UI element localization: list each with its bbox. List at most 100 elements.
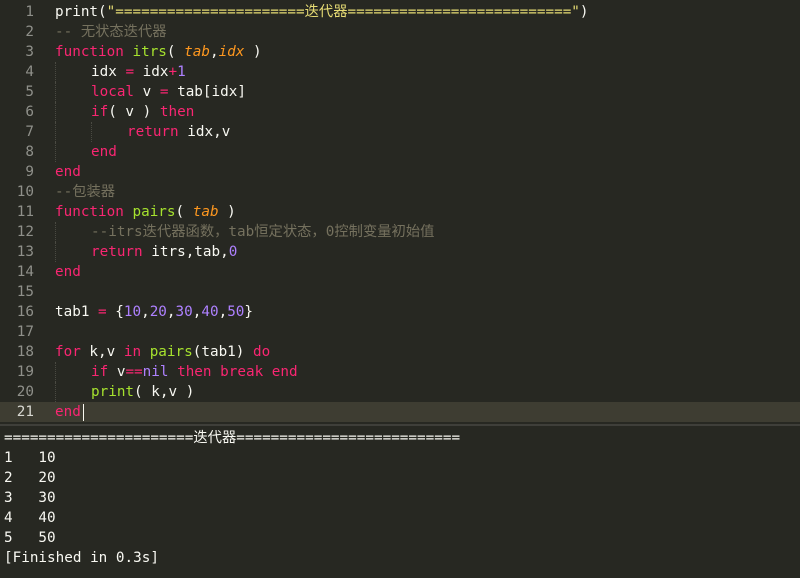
line-number: 8 <box>25 144 34 160</box>
code-token: , <box>166 304 176 320</box>
indent-guide <box>55 142 56 162</box>
code-text: end <box>55 402 81 422</box>
code-token: nil <box>142 364 169 380</box>
code-token: pairs <box>132 204 176 220</box>
code-line[interactable]: 16 tab1 = {10,20,30,40,50} <box>0 302 800 322</box>
code-text: if v==nil then break end <box>91 362 298 382</box>
code-token: for <box>55 344 81 360</box>
indent-guide <box>91 122 92 142</box>
output-line: 5 50 <box>4 530 56 546</box>
code-token: end <box>91 144 117 160</box>
output-line: ======================迭代器===============… <box>4 430 461 446</box>
code-text: function pairs( tab ) <box>55 202 236 222</box>
indent-guide <box>55 382 56 402</box>
code-token: tab <box>192 204 219 220</box>
code-text: --itrs迭代器函数，tab恒定状态，0控制变量初始值 <box>91 222 434 242</box>
code-token: function <box>55 44 124 60</box>
code-line[interactable]: 18 for k,v in pairs(tab1) do <box>0 342 800 362</box>
code-token: , <box>218 304 228 320</box>
code-token: == <box>125 364 143 380</box>
code-token: 0 <box>228 244 238 260</box>
code-token: print <box>91 384 135 400</box>
line-number: 5 <box>25 84 34 100</box>
indent-guide <box>55 102 56 122</box>
code-text: --包装器 <box>55 182 115 202</box>
code-text: end <box>55 262 81 282</box>
indent-guide <box>55 362 56 382</box>
code-token: 20 <box>149 304 167 320</box>
code-line[interactable]: 12 --itrs迭代器函数，tab恒定状态，0控制变量初始值 <box>0 222 800 242</box>
code-token: + <box>168 64 178 80</box>
build-output-panel[interactable]: ======================迭代器===============… <box>0 424 800 578</box>
code-token: return <box>127 124 179 140</box>
code-line[interactable]: 14 end <box>0 262 800 282</box>
indent-guide <box>55 242 56 262</box>
code-line[interactable]: 6 if( v ) then <box>0 102 800 122</box>
code-token: then <box>159 104 195 120</box>
code-token: end <box>55 404 81 420</box>
output-line: 3 30 <box>4 490 56 506</box>
code-editor[interactable]: 1 print("======================迭代器=======… <box>0 0 800 424</box>
build-status: [Finished in 0.3s] <box>4 550 159 566</box>
code-token: , <box>209 44 219 60</box>
code-token: ( v ) <box>108 104 160 120</box>
code-text: print( k,v ) <box>91 382 194 402</box>
line-number: 18 <box>16 344 34 360</box>
code-line[interactable]: 20 print( k,v ) <box>0 382 800 402</box>
code-line[interactable]: 13 return itrs,tab,0 <box>0 242 800 262</box>
code-token: idx,v <box>178 124 231 140</box>
code-line[interactable]: 1 print("======================迭代器=======… <box>0 2 800 22</box>
code-line[interactable]: 15 <box>0 282 800 302</box>
code-token: tab[idx] <box>168 84 246 100</box>
code-line[interactable]: 10 --包装器 <box>0 182 800 202</box>
line-number: 21 <box>16 404 34 420</box>
code-line[interactable]: 19 if v==nil then break end <box>0 362 800 382</box>
code-token: end <box>271 364 298 380</box>
line-number: 6 <box>25 104 34 120</box>
code-token: 40 <box>201 304 219 320</box>
code-text: local v = tab[idx] <box>91 82 246 102</box>
code-line[interactable]: 9 end <box>0 162 800 182</box>
code-token: ( <box>166 44 185 60</box>
code-token: (tab1) <box>192 344 254 360</box>
line-number: 3 <box>25 44 34 60</box>
line-number: 12 <box>16 224 34 240</box>
code-text: function itrs( tab,idx ) <box>55 42 262 62</box>
line-number: 9 <box>25 164 34 180</box>
code-text: if( v ) then <box>91 102 194 122</box>
code-token: pairs <box>149 344 193 360</box>
code-line[interactable]: 4 idx = idx+1 <box>0 62 800 82</box>
output-line: 2 20 <box>4 470 56 486</box>
code-token: itrs <box>132 44 167 60</box>
code-line[interactable]: 8 end <box>0 142 800 162</box>
code-line[interactable]: 5 local v = tab[idx] <box>0 82 800 102</box>
code-text: idx = idx+1 <box>91 62 186 82</box>
line-number: 2 <box>25 24 34 40</box>
code-token: in <box>123 344 142 360</box>
code-token: idx <box>134 64 169 80</box>
code-token: idx <box>218 44 245 60</box>
code-line[interactable]: 7 return idx,v <box>0 122 800 142</box>
code-token: tab <box>184 44 210 60</box>
line-number: 11 <box>16 204 34 220</box>
code-line[interactable]: 21 end <box>0 402 800 422</box>
code-line[interactable]: 17 <box>0 322 800 342</box>
code-token: 50 <box>227 304 245 320</box>
code-text: end <box>55 162 81 182</box>
code-line[interactable]: 3 function itrs( tab,idx ) <box>0 42 800 62</box>
code-token: = <box>125 64 135 80</box>
code-token: , <box>141 304 150 320</box>
line-number: 13 <box>16 244 34 260</box>
code-token: function <box>55 204 124 220</box>
code-token: local <box>91 84 135 100</box>
code-text: return itrs,tab,0 <box>91 242 237 262</box>
code-token: end <box>55 264 81 280</box>
code-text: for k,v in pairs(tab1) do <box>55 342 270 362</box>
line-number: 19 <box>16 364 34 380</box>
line-number: 14 <box>16 264 34 280</box>
line-number: 1 <box>25 4 34 20</box>
code-line[interactable]: 2 -- 无状态迭代器 <box>0 22 800 42</box>
code-line[interactable]: 11 function pairs( tab ) <box>0 202 800 222</box>
